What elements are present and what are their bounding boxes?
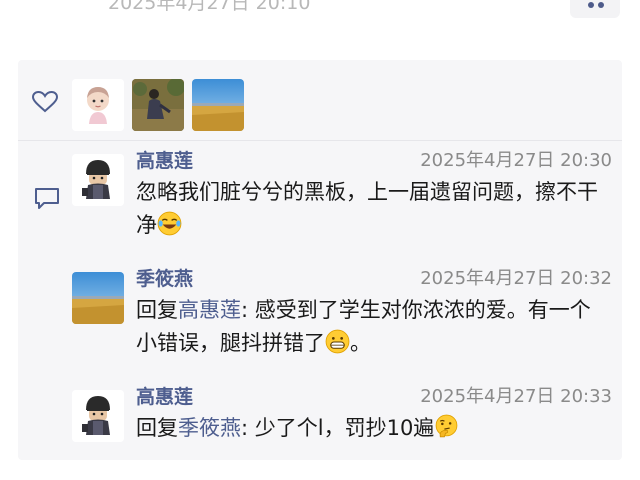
- comment-item[interactable]: 季筱燕 2025年4月27日 20:32 回复高惠莲: 感受到了学生对你浓浓的爱…: [72, 268, 612, 372]
- laughing-tears-emoji-icon: [157, 211, 182, 236]
- comment-time: 2025年4月27日 20:33: [420, 386, 612, 407]
- comment-body-end: 。: [350, 331, 371, 355]
- comment-text: 回复高惠莲: 感受到了学生对你浓浓的爱。有一个小错误，腿抖拼错了。: [136, 294, 606, 360]
- comment-time: 2025年4月27日 20:30: [420, 150, 612, 171]
- reply-prefix: 回复: [136, 298, 178, 322]
- comment-item[interactable]: 高惠莲 2025年4月27日 20:33 回复季筱燕: 少了个l，罚抄10遍: [72, 386, 612, 460]
- wheat-field-avatar-icon: [72, 272, 124, 324]
- reply-to-user[interactable]: 高惠莲: [178, 298, 241, 322]
- more-dot-icon: [598, 2, 604, 8]
- like-avatar-photo-person[interactable]: [132, 79, 184, 131]
- comment-text: 回复季筱燕: 少了个l，罚抄10遍: [136, 412, 606, 445]
- comment-body: 忽略我们脏兮兮的黑板，上一届遗留问题，擦不干净: [136, 180, 598, 237]
- cartoon-boy-avatar-icon: [72, 390, 124, 442]
- interaction-panel: 高惠莲 2025年4月27日 20:30 忽略我们脏兮兮的黑板，上一届遗留问题，…: [18, 60, 622, 460]
- comment-avatar[interactable]: [72, 390, 124, 442]
- like-avatar-cartoon-girl[interactable]: [72, 79, 124, 131]
- comment-icon: [35, 188, 59, 209]
- comment-avatar[interactable]: [72, 272, 124, 324]
- reply-prefix: 回复: [136, 416, 178, 440]
- like-avatar-wheat-field[interactable]: [192, 79, 244, 131]
- comment-text: 忽略我们脏兮兮的黑板，上一届遗留问题，擦不干净: [136, 176, 606, 242]
- thinking-emoji-icon: [435, 414, 458, 438]
- likes-row: [18, 60, 622, 140]
- comment-author[interactable]: 高惠莲: [136, 146, 193, 173]
- more-dot-icon: [588, 2, 594, 8]
- heart-icon: [32, 91, 58, 113]
- comment-item[interactable]: 高惠莲 2025年4月27日 20:30 忽略我们脏兮兮的黑板，上一届遗留问题，…: [72, 150, 612, 244]
- comment-time: 2025年4月27日 20:32: [420, 268, 612, 289]
- grinning-emoji-icon: [325, 329, 350, 354]
- person-photo-icon: [132, 79, 184, 131]
- more-options-button[interactable]: [570, 0, 620, 18]
- cartoon-boy-avatar-icon: [72, 154, 124, 206]
- post-timestamp: 2025年4月27日 20:10: [108, 0, 311, 14]
- comment-avatar[interactable]: [72, 154, 124, 206]
- cartoon-girl-icon: [72, 79, 124, 131]
- comment-body: : 少了个l，罚抄10遍: [241, 416, 435, 440]
- comment-author[interactable]: 高惠莲: [136, 382, 193, 409]
- reply-to-user[interactable]: 季筱燕: [178, 416, 241, 440]
- wheat-field-icon: [192, 79, 244, 131]
- comment-author[interactable]: 季筱燕: [136, 264, 193, 291]
- panel-divider: [18, 140, 622, 141]
